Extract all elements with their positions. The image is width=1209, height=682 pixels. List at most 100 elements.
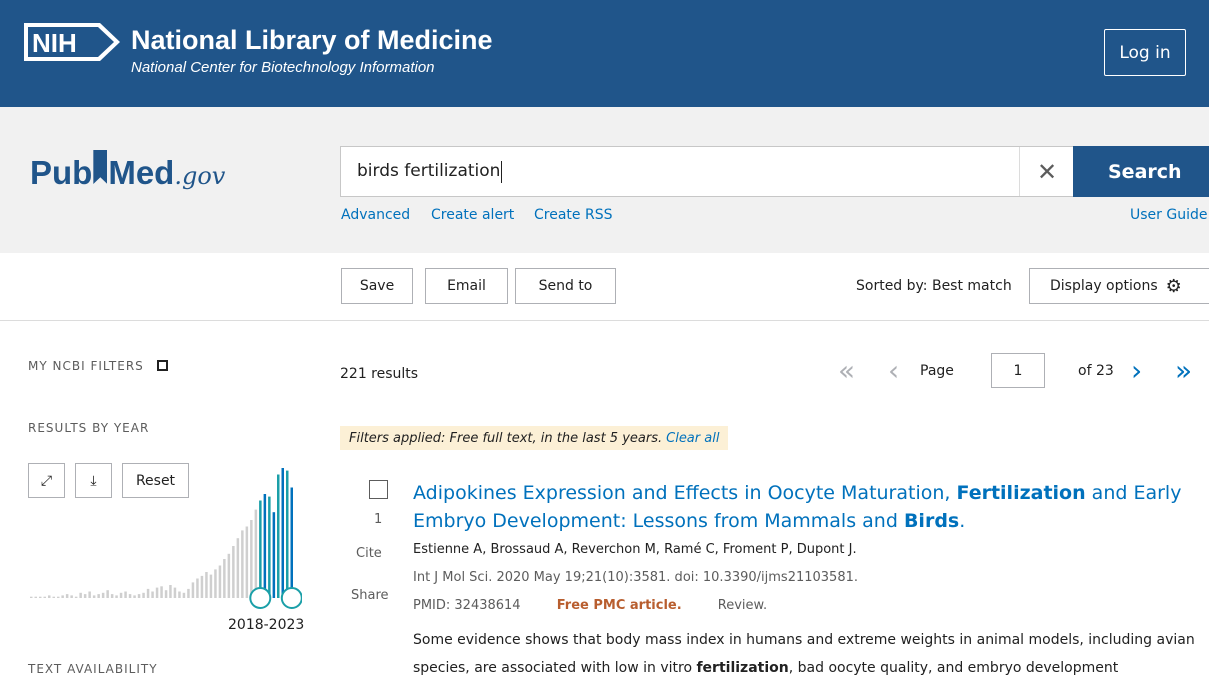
pmid: PMID: 32438614: [413, 598, 521, 613]
nlm-title[interactable]: National Library of Medicine: [131, 25, 493, 56]
histogram-bar[interactable]: [43, 596, 47, 598]
results-by-year-histogram[interactable]: [28, 460, 302, 610]
histogram-bar[interactable]: [245, 526, 249, 599]
histogram-bar[interactable]: [83, 594, 87, 598]
display-options-button[interactable]: Display options ⚙: [1029, 268, 1209, 304]
email-button[interactable]: Email: [425, 268, 508, 304]
histogram-bar[interactable]: [155, 587, 159, 598]
histogram-bar[interactable]: [115, 595, 118, 598]
histogram-bar[interactable]: [101, 592, 105, 598]
histogram-bar[interactable]: [124, 591, 127, 599]
histogram-bar[interactable]: [110, 594, 114, 598]
histogram-bar[interactable]: [146, 588, 150, 598]
histogram-bar[interactable]: [164, 590, 168, 598]
histogram-bar[interactable]: [272, 512, 276, 598]
range-start-handle[interactable]: [249, 587, 272, 609]
histogram-bar[interactable]: [160, 586, 163, 598]
result-checkbox[interactable]: [369, 480, 388, 499]
histogram-bar[interactable]: [227, 553, 231, 598]
result-authors: Estienne A, Brossaud A, Reverchon M, Ram…: [413, 542, 857, 557]
histogram-bar[interactable]: [254, 509, 258, 598]
histogram-bar[interactable]: [119, 592, 123, 598]
snippet-highlight: fertilization: [696, 660, 789, 676]
histogram-bar[interactable]: [65, 594, 69, 598]
histogram-bar[interactable]: [200, 575, 204, 598]
search-input[interactable]: [357, 147, 997, 196]
histogram-bar[interactable]: [196, 578, 199, 599]
result-title-link[interactable]: Adipokines Expression and Effects in Ooc…: [413, 479, 1199, 535]
my-ncbi-filters-heading[interactable]: MY NCBI FILTERS: [28, 359, 168, 373]
histogram-bar[interactable]: [290, 487, 294, 599]
histogram-bar[interactable]: [106, 590, 109, 598]
histogram-bar[interactable]: [236, 538, 240, 598]
histogram-bar[interactable]: [218, 565, 222, 599]
display-options-label: Display options: [1050, 278, 1158, 294]
histogram-bar[interactable]: [61, 595, 64, 598]
histogram-bar[interactable]: [182, 592, 186, 598]
histogram-bar[interactable]: [187, 588, 190, 598]
histogram-bar[interactable]: [48, 595, 51, 598]
histogram-bar[interactable]: [133, 595, 136, 598]
histogram-bar[interactable]: [191, 582, 195, 598]
histogram-bar[interactable]: [52, 596, 56, 598]
prev-page-icon[interactable]: ‹: [888, 354, 899, 387]
histogram-bar[interactable]: [205, 572, 208, 598]
histogram-bar[interactable]: [137, 594, 141, 598]
histogram-bar[interactable]: [128, 594, 132, 598]
histogram-bar[interactable]: [209, 574, 213, 598]
first-page-icon[interactable]: «: [838, 354, 855, 387]
histogram-bar[interactable]: [232, 546, 235, 598]
clear-all-filters-link[interactable]: Clear all: [666, 431, 719, 446]
histogram-bar[interactable]: [142, 592, 145, 598]
histogram-bar[interactable]: [173, 587, 177, 598]
histogram-bar[interactable]: [57, 596, 60, 598]
histogram-bar[interactable]: [74, 596, 78, 598]
histogram-bar[interactable]: [97, 594, 100, 598]
create-alert-link[interactable]: Create alert: [431, 207, 514, 223]
login-button[interactable]: Log in: [1104, 29, 1186, 76]
histogram-bar[interactable]: [70, 595, 73, 598]
histogram-bar[interactable]: [281, 468, 285, 598]
histogram-bar[interactable]: [263, 494, 267, 598]
histogram-bar[interactable]: [39, 596, 42, 598]
histogram-bar[interactable]: [92, 595, 96, 598]
histogram-bar[interactable]: [214, 569, 217, 598]
histogram-bar[interactable]: [286, 470, 289, 598]
pubmed-logo[interactable]: Pub Med .gov: [30, 150, 225, 200]
clear-search-button[interactable]: ✕: [1019, 147, 1074, 196]
user-guide-link[interactable]: User Guide: [1130, 207, 1207, 223]
histogram-bar[interactable]: [250, 520, 253, 598]
cite-button[interactable]: Cite: [356, 546, 382, 561]
text-availability-heading: TEXT AVAILABILITY: [28, 662, 158, 676]
histogram-bar[interactable]: [178, 591, 181, 599]
gear-icon: ⚙: [1165, 275, 1182, 297]
histogram-bar[interactable]: [268, 496, 271, 598]
histogram-bar[interactable]: [30, 596, 33, 598]
send-to-button[interactable]: Send to: [515, 268, 616, 304]
histogram-bar[interactable]: [241, 530, 244, 598]
page-number-input[interactable]: 1: [991, 353, 1045, 388]
my-ncbi-filters-label: MY NCBI FILTERS: [28, 359, 144, 373]
histogram-bar[interactable]: [151, 591, 154, 599]
histogram-bar[interactable]: [79, 592, 82, 598]
last-page-icon[interactable]: »: [1175, 354, 1192, 387]
histogram-bar[interactable]: [34, 596, 38, 598]
histogram-bar[interactable]: [277, 474, 280, 599]
histogram-bar[interactable]: [88, 591, 91, 599]
histogram-bar[interactable]: [259, 500, 262, 599]
histogram-bar[interactable]: [223, 559, 226, 598]
histogram-bar[interactable]: [169, 585, 172, 598]
filters-applied-text: Filters applied: Free full text, in the …: [349, 430, 663, 446]
free-pmc-badge: Free PMC article.: [556, 598, 682, 613]
search-button[interactable]: Search: [1073, 146, 1209, 197]
snippet-part: , bad oocyte quality, and embryo develop…: [788, 660, 1119, 676]
create-rss-link[interactable]: Create RSS: [534, 207, 612, 223]
next-page-icon[interactable]: ›: [1131, 354, 1142, 387]
range-end-handle[interactable]: [280, 587, 302, 609]
share-button[interactable]: Share: [351, 588, 389, 603]
close-icon: ✕: [1036, 157, 1058, 186]
nih-logo[interactable]: NIH: [22, 21, 122, 63]
sorted-by-label[interactable]: Sorted by: Best match: [856, 278, 1012, 294]
advanced-link[interactable]: Advanced: [341, 207, 410, 223]
save-button[interactable]: Save: [341, 268, 413, 304]
